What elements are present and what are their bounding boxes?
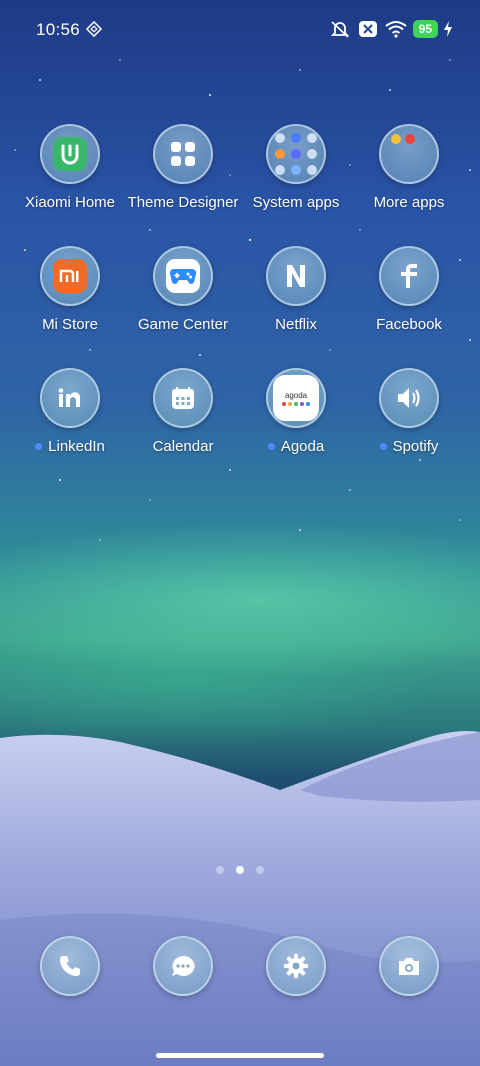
agoda-icon: agoda xyxy=(273,375,319,421)
charging-icon xyxy=(444,21,452,37)
snow-landscape xyxy=(0,731,480,1066)
app-label: Game Center xyxy=(137,316,229,333)
folder-more-apps[interactable]: More apps xyxy=(349,124,469,211)
battery-level: 95 xyxy=(412,20,438,38)
agoda-icon-wrap: agoda xyxy=(266,368,326,428)
page-dot[interactable] xyxy=(216,866,224,874)
app-label: LinkedIn xyxy=(10,438,130,455)
app-label: Xiaomi Home xyxy=(24,194,116,211)
app-label: Agoda xyxy=(236,438,356,455)
app-label: Theme Designer xyxy=(127,194,239,211)
wifi-icon xyxy=(385,21,407,38)
agoda-logo-text: agoda xyxy=(284,390,308,400)
nfc-icon xyxy=(86,21,102,37)
page-indicator xyxy=(0,866,480,874)
app-label: More apps xyxy=(373,194,445,211)
app-calendar[interactable]: Calendar xyxy=(123,368,243,455)
home-indicator-bar[interactable] xyxy=(156,1053,324,1058)
new-app-dot xyxy=(267,443,275,450)
theme-designer-icon xyxy=(153,124,213,184)
app-mi-store[interactable]: Mi Store xyxy=(10,246,130,333)
game-center-icon-wrap xyxy=(153,246,213,306)
camera-icon xyxy=(379,936,439,996)
app-label: System apps xyxy=(252,194,340,211)
app-label: Spotify xyxy=(349,438,469,455)
app-label: Facebook xyxy=(376,316,442,333)
app-game-center[interactable]: Game Center xyxy=(123,246,243,333)
page-dot-active[interactable] xyxy=(236,866,244,874)
xiaomi-home-icon xyxy=(53,137,87,171)
status-time: 10:56 xyxy=(36,20,81,39)
folder-system-apps[interactable]: System apps xyxy=(236,124,356,211)
app-label: Calendar xyxy=(152,438,214,455)
new-app-dot xyxy=(379,443,387,450)
dock-messages[interactable] xyxy=(123,936,243,996)
page-dot[interactable] xyxy=(256,866,264,874)
facebook-icon xyxy=(379,246,439,306)
dock-settings[interactable] xyxy=(236,936,356,996)
messages-icon xyxy=(153,936,213,996)
folder-icon xyxy=(379,124,439,184)
folder-icon xyxy=(266,124,326,184)
xiaomi-home-icon-wrap xyxy=(40,124,100,184)
app-netflix[interactable]: Netflix xyxy=(236,246,356,333)
close-notification-icon xyxy=(358,21,377,37)
app-agoda[interactable]: agoda Agoda xyxy=(236,368,356,455)
app-linkedin[interactable]: LinkedIn xyxy=(10,368,130,455)
dock-phone[interactable] xyxy=(10,936,130,996)
phone-icon xyxy=(40,936,100,996)
settings-icon xyxy=(266,936,326,996)
new-app-dot xyxy=(35,443,43,450)
dock-camera[interactable] xyxy=(349,936,469,996)
mi-store-icon xyxy=(53,259,87,293)
app-label: Mi Store xyxy=(42,316,98,333)
app-facebook[interactable]: Facebook xyxy=(349,246,469,333)
app-label: Netflix xyxy=(275,316,317,333)
spotify-icon xyxy=(379,368,439,428)
app-theme-designer[interactable]: Theme Designer xyxy=(123,124,243,211)
netflix-icon xyxy=(266,246,326,306)
status-bar: 10:56 95 xyxy=(0,18,480,44)
mi-store-icon-wrap xyxy=(40,246,100,306)
app-spotify[interactable]: Spotify xyxy=(349,368,469,455)
linkedin-icon xyxy=(40,368,100,428)
app-xiaomi-home[interactable]: Xiaomi Home xyxy=(10,124,130,211)
calendar-icon xyxy=(153,368,213,428)
mute-icon xyxy=(330,21,349,38)
game-controller-icon xyxy=(166,259,200,293)
